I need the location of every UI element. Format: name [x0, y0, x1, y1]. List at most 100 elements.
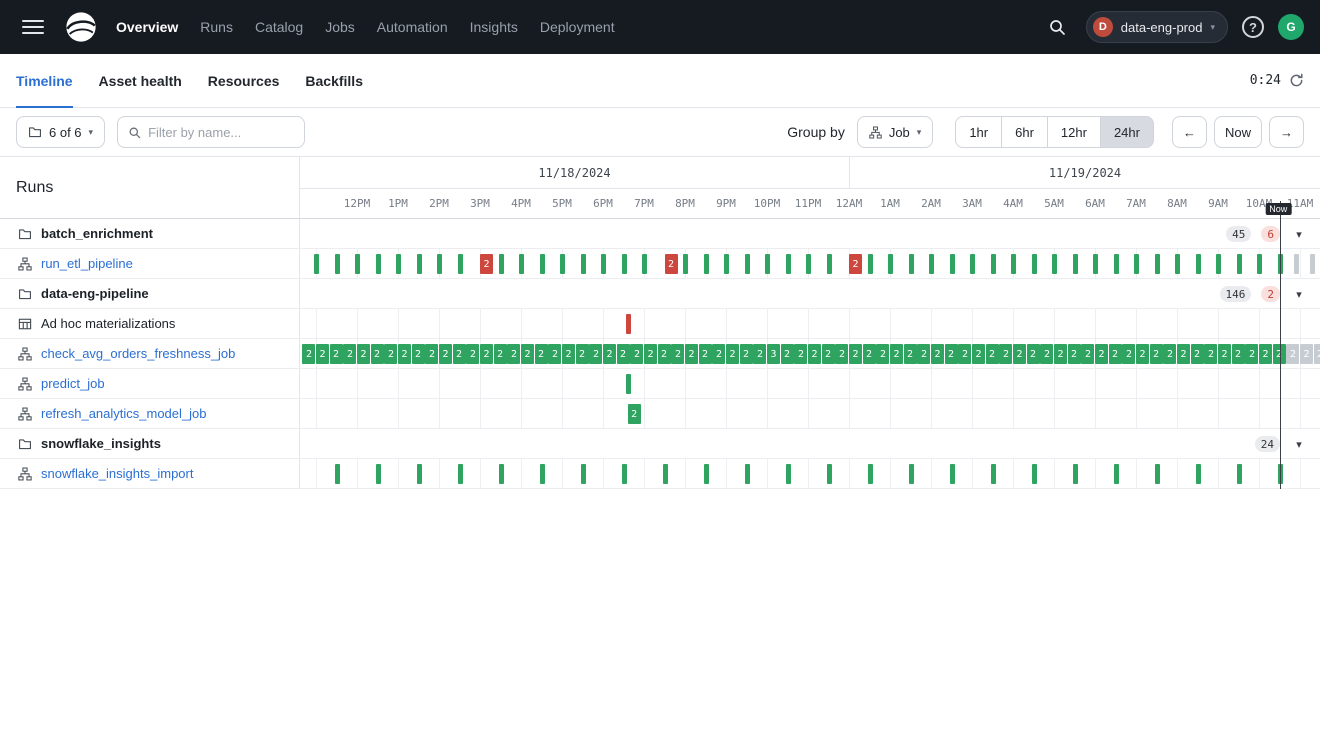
run-box[interactable]: 2: [1122, 344, 1135, 364]
run-box[interactable]: 2: [958, 344, 971, 364]
run-bar[interactable]: [1237, 254, 1242, 274]
run-bar[interactable]: [909, 464, 914, 484]
job-link[interactable]: predict_job: [41, 376, 105, 391]
run-box[interactable]: 2: [972, 344, 985, 364]
run-bar[interactable]: [626, 374, 631, 394]
range-1hr-button[interactable]: 1hr: [955, 116, 1002, 148]
run-box[interactable]: 2: [1232, 344, 1245, 364]
run-box[interactable]: 2: [945, 344, 958, 364]
run-box[interactable]: 2: [371, 344, 384, 364]
run-bar[interactable]: [458, 254, 463, 274]
run-bar[interactable]: [458, 464, 463, 484]
run-box[interactable]: 2: [589, 344, 602, 364]
run-bar[interactable]: [1257, 254, 1262, 274]
run-bar[interactable]: [1032, 254, 1037, 274]
run-bar[interactable]: [704, 464, 709, 484]
run-bar[interactable]: [581, 464, 586, 484]
run-bar[interactable]: [1052, 254, 1057, 274]
run-bar[interactable]: [1114, 464, 1119, 484]
run-bar[interactable]: [622, 254, 627, 274]
run-box[interactable]: 2: [357, 344, 370, 364]
run-box[interactable]: 2: [917, 344, 930, 364]
run-box[interactable]: 2: [1150, 344, 1163, 364]
run-box[interactable]: 2: [384, 344, 397, 364]
run-bar[interactable]: [642, 254, 647, 274]
run-bar[interactable]: [1175, 254, 1180, 274]
run-box[interactable]: 2: [1095, 344, 1108, 364]
run-bar[interactable]: [540, 254, 545, 274]
tab-backfills[interactable]: Backfills: [305, 54, 363, 108]
run-box[interactable]: 2: [1191, 344, 1204, 364]
run-box[interactable]: 2: [740, 344, 753, 364]
run-bar[interactable]: [519, 254, 524, 274]
run-box[interactable]: 2: [453, 344, 466, 364]
run-bar[interactable]: [765, 254, 770, 274]
job-link[interactable]: snowflake_insights_import: [41, 466, 193, 481]
run-box[interactable]: 2: [726, 344, 739, 364]
run-box[interactable]: 2: [794, 344, 807, 364]
run-bar[interactable]: [1216, 254, 1221, 274]
run-box[interactable]: 2: [617, 344, 630, 364]
run-box[interactable]: 2: [753, 344, 766, 364]
run-box[interactable]: 2: [1259, 344, 1272, 364]
nav-item-runs[interactable]: Runs: [200, 19, 233, 35]
run-box[interactable]: 2: [412, 344, 425, 364]
run-box[interactable]: 2: [1163, 344, 1176, 364]
scope-dropdown-button[interactable]: 6 of 6 ▾: [16, 116, 105, 148]
run-bar[interactable]: [868, 464, 873, 484]
run-bar[interactable]: [868, 254, 873, 274]
run-box[interactable]: 2: [685, 344, 698, 364]
run-box[interactable]: 2: [494, 344, 507, 364]
run-box[interactable]: 2: [665, 254, 678, 274]
search-icon[interactable]: [1042, 12, 1072, 42]
run-bar[interactable]: [929, 254, 934, 274]
run-box[interactable]: 2: [849, 254, 862, 274]
run-box[interactable]: 2: [1081, 344, 1094, 364]
run-bar[interactable]: [786, 464, 791, 484]
run-box[interactable]: 2: [876, 344, 889, 364]
job-link[interactable]: refresh_analytics_model_job: [41, 406, 206, 421]
run-box[interactable]: 2: [466, 344, 479, 364]
run-bar[interactable]: [663, 464, 668, 484]
run-box[interactable]: 2: [316, 344, 329, 364]
run-bar[interactable]: [1155, 254, 1160, 274]
run-box[interactable]: 2: [521, 344, 534, 364]
run-box[interactable]: 2: [999, 344, 1012, 364]
run-bar[interactable]: [991, 254, 996, 274]
run-box[interactable]: 2: [849, 344, 862, 364]
tab-timeline[interactable]: Timeline: [16, 54, 73, 108]
run-box[interactable]: 2: [480, 254, 493, 274]
refresh-icon[interactable]: [1289, 73, 1304, 88]
run-bar[interactable]: [581, 254, 586, 274]
run-box[interactable]: 2: [1300, 344, 1313, 364]
run-bar[interactable]: [909, 254, 914, 274]
run-bar[interactable]: [1310, 254, 1315, 274]
timeline-prev-button[interactable]: ←: [1172, 116, 1207, 148]
run-bar[interactable]: [1294, 254, 1299, 274]
run-box[interactable]: 2: [890, 344, 903, 364]
run-box[interactable]: 2: [548, 344, 561, 364]
run-box[interactable]: 2: [1273, 344, 1286, 364]
run-bar[interactable]: [1134, 254, 1139, 274]
run-box[interactable]: 2: [507, 344, 520, 364]
run-box[interactable]: 2: [1109, 344, 1122, 364]
run-box[interactable]: 2: [1204, 344, 1217, 364]
nav-item-deployment[interactable]: Deployment: [540, 19, 615, 35]
run-bar[interactable]: [888, 254, 893, 274]
run-bar[interactable]: [1032, 464, 1037, 484]
run-bar[interactable]: [991, 464, 996, 484]
run-bar[interactable]: [1011, 254, 1016, 274]
run-box[interactable]: 2: [1314, 344, 1320, 364]
run-bar[interactable]: [724, 254, 729, 274]
run-box[interactable]: 2: [439, 344, 452, 364]
run-bar[interactable]: [745, 464, 750, 484]
run-bar[interactable]: [335, 464, 340, 484]
run-box[interactable]: 2: [822, 344, 835, 364]
run-bar[interactable]: [396, 254, 401, 274]
run-bar[interactable]: [622, 464, 627, 484]
run-bar[interactable]: [417, 254, 422, 274]
run-box[interactable]: 2: [808, 344, 821, 364]
job-link[interactable]: check_avg_orders_freshness_job: [41, 346, 235, 361]
run-box[interactable]: 2: [1054, 344, 1067, 364]
run-box[interactable]: 2: [986, 344, 999, 364]
